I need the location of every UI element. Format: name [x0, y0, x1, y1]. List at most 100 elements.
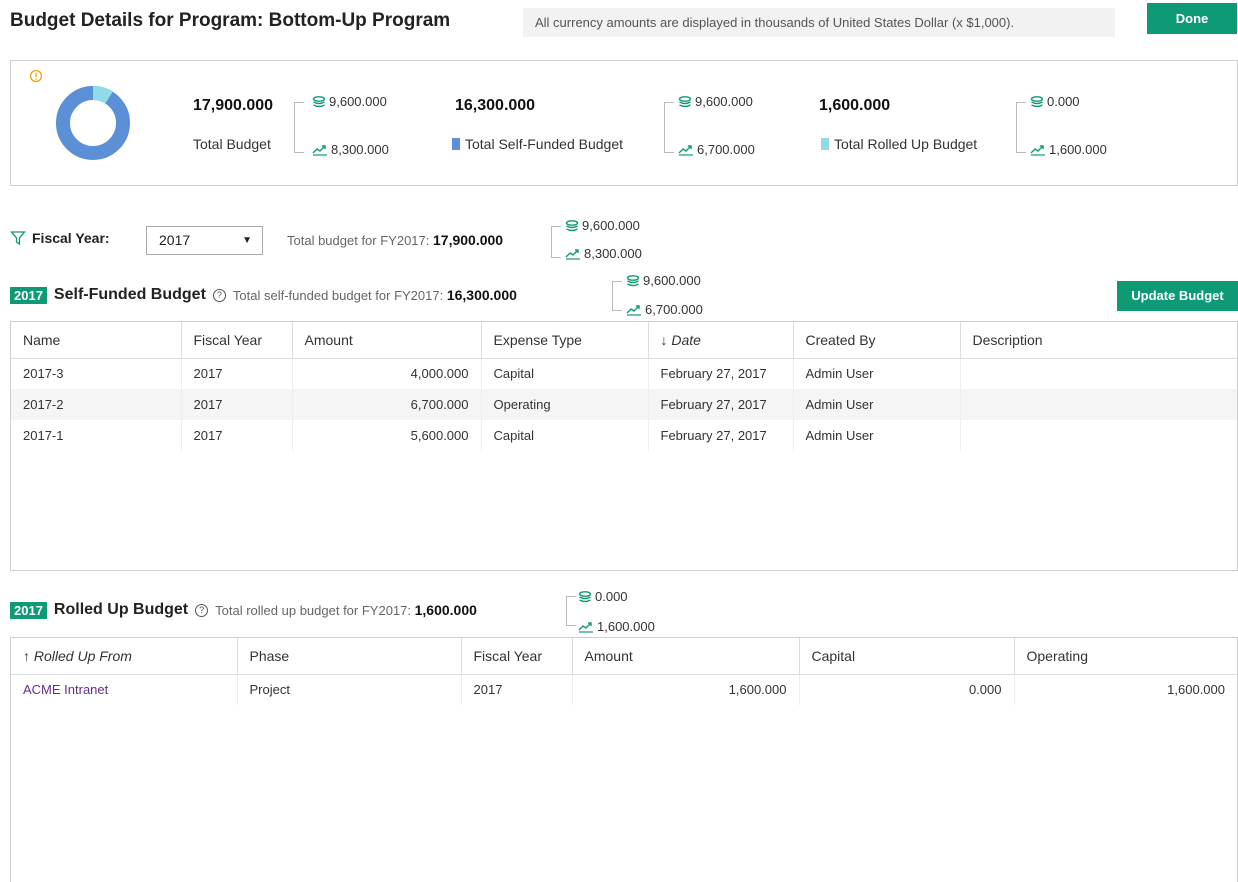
column-header-date[interactable]: ↓ Date [648, 322, 794, 359]
update-budget-button[interactable]: Update Budget [1117, 281, 1238, 311]
cell-fiscal-year: 2017 [461, 674, 573, 705]
year-badge: 2017 [10, 601, 47, 619]
rolled-up-label-text: Total Rolled Up Budget [834, 136, 978, 152]
table-row[interactable]: ACME Intranet Project 2017 1,600.000 0.0… [11, 674, 1237, 705]
rolled-up-table: ↑ Rolled Up From Phase Fiscal Year Amoun… [10, 637, 1238, 882]
fy-total-value: 17,900.000 [433, 232, 504, 248]
rolled-up-section-header: 2017 Rolled Up Budget ? Total rolled up … [10, 601, 477, 619]
column-header-description[interactable]: Description [960, 322, 1237, 359]
fy-total-label: Total budget for FY2017: [287, 233, 430, 248]
rolled-up-capital-value: 0.000 [1047, 94, 1080, 109]
cell-phase: Project [237, 674, 462, 705]
fy-capital: 9,600.000 [565, 218, 640, 233]
self-funded-section-capital-value: 9,600.000 [643, 273, 701, 288]
column-header-amount[interactable]: Amount [572, 638, 800, 675]
stack-money-icon [312, 96, 326, 108]
rolled-up-section-operating: 1,600.000 [578, 619, 655, 634]
rolled-up-section-title: Rolled Up Budget [53, 601, 189, 618]
trend-up-icon [578, 621, 594, 633]
trend-up-icon [312, 144, 328, 156]
self-funded-section-operating-value: 6,700.000 [645, 302, 703, 317]
cell-fiscal-year: 2017 [181, 420, 293, 451]
stack-money-icon [578, 591, 592, 603]
self-funded-value: 16,300.000 [455, 97, 536, 114]
rolled-up-total: Total rolled up budget for FY2017: 1,600… [215, 602, 477, 618]
cell-created-by: Admin User [793, 420, 961, 451]
table-header-row: Name Fiscal Year Amount Expense Type ↓ D… [11, 322, 1237, 359]
total-budget-bracket [294, 102, 304, 153]
self-funded-label: Total Self-Funded Budget [452, 136, 623, 152]
cell-description [960, 420, 1237, 451]
self-funded-total-bracket [612, 281, 622, 311]
cell-amount: 1,600.000 [572, 674, 800, 705]
column-header-fiscal-year[interactable]: Fiscal Year [461, 638, 573, 675]
column-header-fiscal-year[interactable]: Fiscal Year [181, 322, 293, 359]
self-funded-section-header: 2017 Self-Funded Budget ? Total self-fun… [10, 286, 517, 304]
stack-money-icon [626, 275, 640, 287]
column-header-phase[interactable]: Phase [237, 638, 462, 675]
fiscal-year-label-text: Fiscal Year: [32, 230, 110, 246]
column-header-name[interactable]: Name [11, 322, 182, 359]
page-title: Budget Details for Program: Bottom-Up Pr… [10, 10, 451, 31]
column-header-rolled-up-from[interactable]: ↑ Rolled Up From [11, 638, 238, 675]
cell-name: 2017-2 [11, 389, 182, 420]
self-funded-section-operating: 6,700.000 [626, 302, 703, 317]
fy-operating-value: 8,300.000 [584, 246, 642, 261]
cell-date: February 27, 2017 [648, 389, 794, 420]
rolled-up-total-label: Total rolled up budget for FY2017: [215, 603, 411, 618]
help-circle-icon[interactable]: ? [212, 288, 226, 302]
help-circle-icon[interactable]: ? [195, 603, 209, 617]
fy-total-budget: Total budget for FY2017: 17,900.000 [287, 232, 503, 248]
total-budget-value: 17,900.000 [193, 97, 274, 114]
rolled-up-total-bracket [566, 596, 576, 626]
total-operating: 8,300.000 [312, 142, 389, 157]
rolled-up-section-capital-value: 0.000 [595, 589, 628, 604]
self-funded-operating: 6,700.000 [678, 142, 755, 157]
stack-money-icon [678, 96, 692, 108]
cell-description [960, 358, 1237, 389]
cell-name: 2017-1 [11, 420, 182, 451]
year-badge: 2017 [10, 286, 47, 304]
table-header-row: ↑ Rolled Up From Phase Fiscal Year Amoun… [11, 638, 1237, 675]
project-link[interactable]: ACME Intranet [23, 682, 108, 697]
total-operating-value: 8,300.000 [331, 142, 389, 157]
table-row[interactable]: 2017-3 2017 4,000.000 Capital February 2… [11, 358, 1237, 389]
cell-capital: 0.000 [799, 674, 1015, 705]
table-row[interactable]: 2017-1 2017 5,600.000 Capital February 2… [11, 420, 1237, 451]
rolled-up-label: Total Rolled Up Budget [821, 136, 977, 152]
self-funded-bracket [664, 102, 674, 153]
table-row[interactable]: 2017-2 2017 6,700.000 Operating February… [11, 389, 1237, 420]
trend-up-icon [565, 248, 581, 260]
cell-date: February 27, 2017 [648, 358, 794, 389]
fy-operating: 8,300.000 [565, 246, 642, 261]
column-header-expense-type[interactable]: Expense Type [481, 322, 649, 359]
fiscal-year-select[interactable]: 2017 ▼ [146, 226, 263, 255]
cell-description [960, 389, 1237, 420]
self-funded-legend-swatch [452, 138, 460, 150]
cell-amount: 4,000.000 [292, 358, 482, 389]
rolled-up-capital: 0.000 [1030, 94, 1080, 109]
column-header-amount[interactable]: Amount [292, 322, 482, 359]
done-button[interactable]: Done [1147, 3, 1237, 34]
self-funded-total-value: 16,300.000 [446, 287, 517, 303]
cell-created-by: Admin User [793, 389, 961, 420]
cell-expense-type: Operating [481, 389, 649, 420]
cell-rolled-up-from[interactable]: ACME Intranet [11, 674, 238, 705]
column-header-operating[interactable]: Operating [1014, 638, 1237, 675]
trend-up-icon [626, 304, 642, 316]
warning-circle-icon [29, 69, 43, 83]
column-header-capital[interactable]: Capital [799, 638, 1015, 675]
cell-name: 2017-3 [11, 358, 182, 389]
rolled-up-operating-value: 1,600.000 [1049, 142, 1107, 157]
budget-donut-chart [56, 86, 130, 160]
budget-summary-panel: 17,900.000 Total Budget 9,600.000 8,300.… [10, 60, 1238, 186]
total-capital-value: 9,600.000 [329, 94, 387, 109]
total-budget-label: Total Budget [193, 136, 271, 152]
trend-up-icon [678, 144, 694, 156]
self-funded-capital: 9,600.000 [678, 94, 753, 109]
total-capital: 9,600.000 [312, 94, 387, 109]
self-funded-section-title: Self-Funded Budget [53, 286, 206, 303]
cell-date: February 27, 2017 [648, 420, 794, 451]
rolled-up-value: 1,600.000 [819, 97, 891, 114]
column-header-created-by[interactable]: Created By [793, 322, 961, 359]
